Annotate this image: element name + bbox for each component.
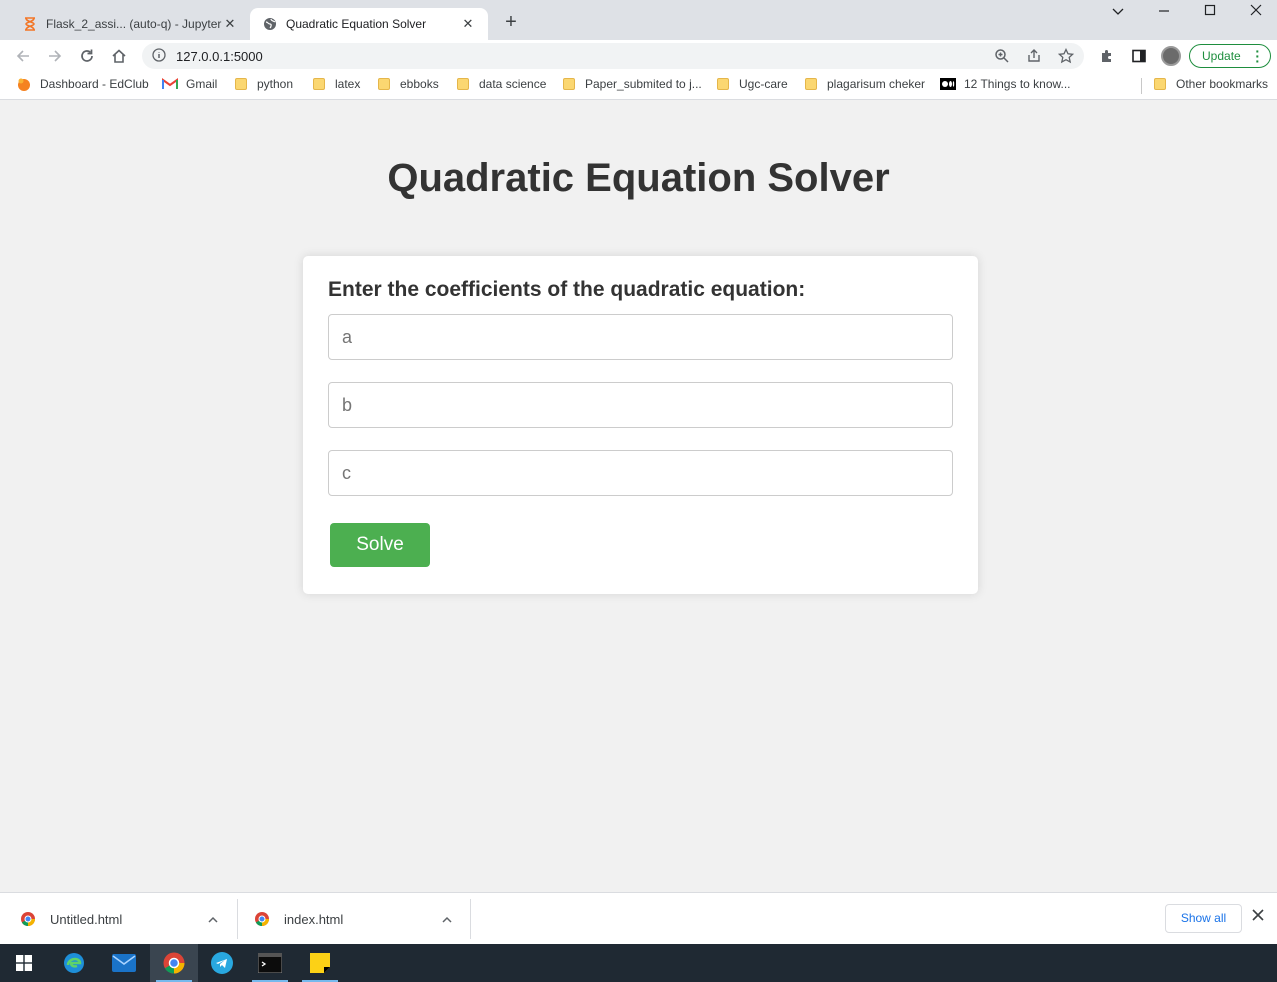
maximize-icon[interactable] [1193,4,1227,24]
download-item-untitled[interactable]: Untitled.html [20,893,230,945]
folder-icon [457,78,469,90]
zoom-icon[interactable] [994,48,1010,64]
folder-icon [235,78,247,90]
bookmark-label: Gmail [186,77,218,91]
bookmark-label: Dashboard - EdClub [40,77,149,91]
address-text: 127.0.0.1:5000 [176,49,263,64]
terminal-icon[interactable] [246,944,294,982]
chrome-icon[interactable] [150,944,198,982]
bookmarks-bar: Dashboard - EdClub Gmail python latex eb… [0,72,1277,100]
tab-search-icon[interactable] [1101,4,1135,24]
tab-jupyter[interactable]: Flask_2_assi... (auto-q) - JupyterL ✕ [12,8,248,40]
solve-button[interactable]: Solve [330,523,430,567]
update-button[interactable]: Update · · · [1189,44,1271,68]
coefficient-a-input[interactable] [328,314,953,360]
bookmark-medium[interactable]: 12 Things to know... [940,77,1071,91]
address-bar[interactable]: 127.0.0.1:5000 [142,43,1084,69]
new-tab-button[interactable]: + [500,12,522,34]
form-heading: Enter the coefficients of the quadratic … [328,278,806,301]
bookmark-other[interactable]: Other bookmarks [1154,77,1268,91]
mail-icon[interactable] [100,944,148,982]
tab-title: Flask_2_assi... (auto-q) - JupyterL [46,17,222,31]
close-download-bar-icon[interactable] [1252,908,1264,926]
folder-icon [313,78,325,90]
download-filename: Untitled.html [50,911,123,927]
menu-dots-icon: · · · [1255,43,1260,69]
profile-avatar[interactable] [1161,46,1181,66]
bookmark-ugc-care[interactable]: Ugc-care [717,77,788,91]
bookmark-latex[interactable]: latex [313,77,360,91]
coefficient-c-input[interactable] [328,450,953,496]
bookmark-plagarisum[interactable]: plagarisum cheker [805,77,925,91]
gmail-icon [162,78,178,90]
sticky-notes-icon[interactable] [296,944,344,982]
browser-toolbar: 127.0.0.1:5000 Update · · · [0,40,1277,72]
edclub-icon [16,77,32,91]
reload-icon[interactable] [76,45,98,67]
update-label: Update [1202,49,1241,63]
folder-icon [1154,78,1166,90]
folder-icon [378,78,390,90]
side-panel-icon[interactable] [1131,48,1147,64]
bookmark-paper-submited[interactable]: Paper_submited to j... [563,77,702,91]
extensions-icon[interactable] [1099,48,1115,64]
share-icon[interactable] [1026,48,1042,64]
back-icon[interactable] [12,45,34,67]
start-icon[interactable] [0,944,48,982]
tab-title: Quadratic Equation Solver [286,17,427,31]
tab-quadratic-solver[interactable]: Quadratic Equation Solver ✕ [250,8,488,40]
coefficient-b-input[interactable] [328,382,953,428]
download-divider [470,899,471,939]
folder-icon [805,78,817,90]
download-divider [237,899,238,939]
bookmark-label: python [257,77,294,91]
solver-form: Enter the coefficients of the quadratic … [303,256,978,594]
download-item-index[interactable]: index.html [254,893,464,945]
show-all-button[interactable]: Show all [1165,904,1242,933]
home-icon[interactable] [108,45,130,67]
folder-icon [717,78,729,90]
bookmark-label: ebboks [400,77,439,91]
download-filename: index.html [284,911,344,927]
bookmark-label: plagarisum cheker [827,77,926,91]
minimize-icon[interactable] [1147,4,1181,24]
close-window-icon[interactable] [1239,4,1273,24]
bookmark-label: Other bookmarks [1176,77,1269,91]
bookmark-star-icon[interactable] [1057,47,1075,64]
bookmark-edclub[interactable]: Dashboard - EdClub [16,77,149,91]
bookmark-gmail[interactable]: Gmail [162,77,217,91]
chrome-file-icon [254,911,270,927]
bookmark-label: Paper_submited to j... [585,77,702,91]
bookmark-label: latex [335,77,361,91]
close-tab-icon[interactable]: ✕ [460,16,476,32]
bookmark-label: data science [479,77,547,91]
folder-icon [563,78,575,90]
medium-icon [940,78,956,90]
chrome-file-icon [20,911,36,927]
edge-icon[interactable] [50,944,98,982]
chevron-up-icon[interactable] [208,912,218,926]
windows-taskbar [0,944,1277,982]
bookmark-ebboks[interactable]: ebboks [378,77,439,91]
close-tab-icon[interactable]: ✕ [222,16,238,32]
bookmarks-divider [1141,78,1142,94]
site-info-icon[interactable] [152,48,166,67]
bookmark-label: Ugc-care [739,77,788,91]
download-bar: Untitled.html index.html Show all [0,892,1277,944]
globe-icon [262,16,278,32]
bookmark-label: 12 Things to know... [964,77,1071,91]
page-title: Quadratic Equation Solver [387,156,890,200]
hourglass-icon [22,16,38,32]
chevron-up-icon[interactable] [442,912,452,926]
forward-icon[interactable] [44,45,66,67]
tab-strip: Flask_2_assi... (auto-q) - JupyterL ✕ Qu… [0,0,1277,40]
bookmark-data-science[interactable]: data science [457,77,546,91]
telegram-icon[interactable] [198,944,246,982]
bookmark-python[interactable]: python [235,77,293,91]
